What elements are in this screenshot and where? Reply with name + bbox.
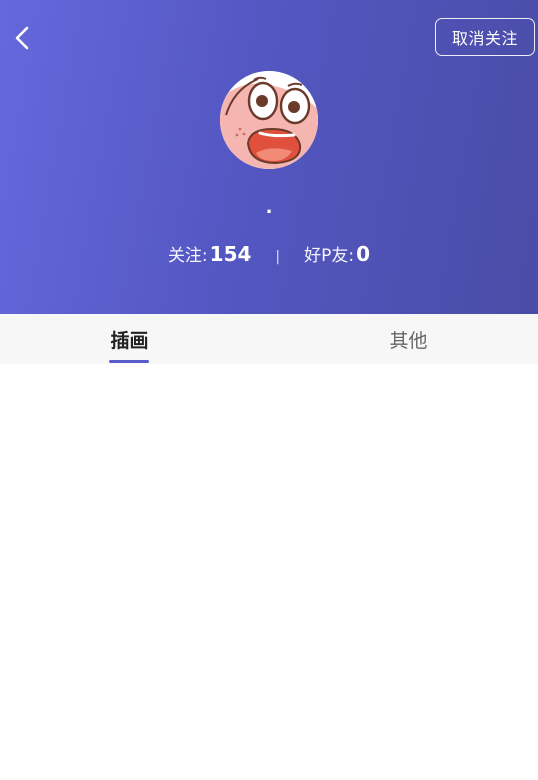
unfollow-button[interactable]: 取消关注	[435, 18, 535, 56]
nickname: .	[265, 197, 273, 218]
active-tab-indicator	[109, 360, 149, 363]
friends-count[interactable]: 0	[356, 242, 370, 266]
stats-row: 关注: 154 | 好P友: 0	[0, 241, 538, 266]
patrick-star-avatar-icon	[220, 71, 318, 169]
tab-content-area	[0, 364, 538, 780]
chevron-left-icon	[15, 26, 29, 50]
back-button[interactable]	[8, 22, 38, 54]
profile-header: 取消关注 . 关注: 154 | 好P友: 0	[0, 0, 538, 314]
tab-illustrations[interactable]: 插画	[0, 314, 264, 364]
avatar[interactable]	[220, 71, 318, 169]
following-label[interactable]: 关注:	[168, 241, 208, 266]
tab-bar: 插画 其他	[0, 314, 538, 364]
tab-others[interactable]: 其他	[274, 314, 538, 364]
stats-divider: |	[275, 249, 281, 265]
following-count[interactable]: 154	[210, 242, 252, 266]
friends-label[interactable]: 好P友:	[304, 241, 354, 266]
